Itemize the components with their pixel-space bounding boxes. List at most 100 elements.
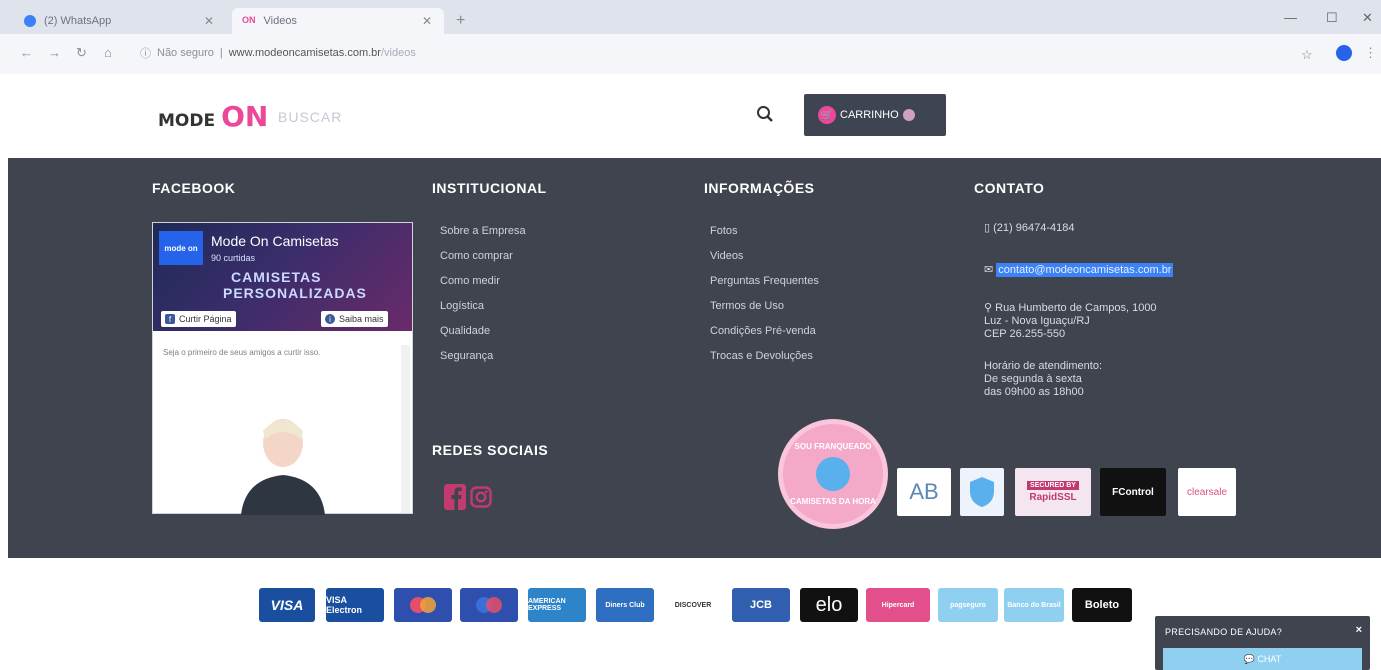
contact-address: ⚲ Rua Humberto de Campos, 1000 Luz - Nov… [984, 302, 1157, 341]
payment-jcb: JCB [732, 588, 790, 622]
footer-link[interactable]: Condições Pré-venda [710, 325, 816, 337]
tab-whatsapp[interactable]: (2) WhatsApp ✕ [14, 8, 226, 34]
contato-title: CONTATO [974, 180, 1045, 196]
payment-mastercard [394, 588, 452, 622]
logo-mode: MODE [158, 111, 216, 131]
browser-toolbar: ← → ↻ ⌂ ⓘ Não seguro | www.modeoncamiset… [0, 34, 1381, 74]
url-domain: www.modeoncamisetas.com.br [228, 47, 381, 59]
payment-maestro [460, 588, 518, 622]
tab-videos[interactable]: ON Videos ✕ [232, 8, 444, 34]
minimize-icon[interactable]: — [1284, 10, 1297, 25]
cart-button[interactable]: 🛒 CARRINHO [804, 94, 946, 136]
browser-tab-bar: (2) WhatsApp ✕ ON Videos ✕ + — ☐ ✕ [0, 0, 1381, 34]
map-pin-icon: ⚲ [984, 302, 996, 314]
home-icon[interactable]: ⌂ [104, 45, 112, 60]
info-icon[interactable]: ⓘ [140, 45, 151, 61]
footer-link[interactable]: Perguntas Frequentes [710, 275, 819, 287]
contact-hours: Horário de atendimento: De segunda à sex… [984, 360, 1102, 399]
help-title: PRECISANDO DE AJUDA? [1165, 627, 1283, 637]
footer-link[interactable]: Trocas e Devoluções [710, 350, 813, 362]
informacoes-title: INFORMAÇÕES [704, 180, 815, 196]
contact-phone: ▯ (21) 96474-4184 [984, 222, 1074, 235]
facebook-page-widget[interactable]: mode on Mode On Camisetas 90 curtidas CA… [152, 222, 413, 515]
payment-discover: DISCOVER [664, 588, 722, 622]
cover-slogan: CAMISETAS [231, 269, 322, 285]
tab-title: Videos [263, 15, 297, 27]
facebook-info-button[interactable]: i Saiba mais [321, 311, 388, 327]
mascot-icon [816, 457, 850, 491]
shield-seal[interactable] [960, 468, 1004, 516]
hours-line: De segunda à sexta [984, 373, 1082, 385]
maximize-icon[interactable]: ☐ [1326, 10, 1338, 26]
shield-icon [970, 477, 994, 507]
close-tab-icon[interactable]: ✕ [204, 14, 214, 28]
payment-hipercard: Hipercard [866, 588, 930, 622]
like-label: Curtir Página [179, 314, 232, 324]
facebook-like-button[interactable]: f Curtir Página [161, 311, 236, 327]
phone-text: (21) 96474-4184 [993, 222, 1075, 234]
info-icon: i [325, 314, 335, 324]
facebook-cover: mode on Mode On Camisetas 90 curtidas CA… [153, 223, 412, 331]
facebook-friends-text: Seja o primeiro de seus amigos a curtir … [163, 348, 321, 357]
cart-icon: 🛒 [818, 106, 836, 124]
footer-link[interactable]: Como comprar [440, 250, 513, 262]
rapidssl-seal[interactable]: SECURED BY RapidSSL [1015, 468, 1091, 516]
cover-slogan: PERSONALIZADAS [223, 285, 367, 301]
person-photo [241, 419, 325, 515]
security-status: Não seguro [157, 47, 214, 59]
footer-link[interactable]: Qualidade [440, 325, 490, 337]
close-window-icon[interactable]: ✕ [1362, 10, 1373, 26]
payment-pagseguro: pagseguro [938, 588, 998, 622]
address-line: Rua Humberto de Campos, 1000 [995, 302, 1157, 314]
ab-seal[interactable]: AB [897, 468, 951, 516]
close-icon[interactable]: × [1356, 624, 1362, 636]
search-icon[interactable] [756, 105, 774, 123]
footer-link[interactable]: Fotos [710, 225, 738, 237]
fcontrol-seal[interactable]: FControl [1100, 468, 1166, 516]
facebook-title: FACEBOOK [152, 180, 236, 196]
back-icon[interactable]: ← [20, 45, 33, 60]
cart-label: CARRINHO [840, 109, 899, 121]
payment-diners: Diners Club [596, 588, 654, 622]
phone-icon: ▯ [984, 222, 994, 234]
new-tab-button[interactable]: + [456, 12, 465, 30]
facebook-page-name[interactable]: Mode On Camisetas [211, 233, 339, 249]
footer-link[interactable]: Termos de Uso [710, 300, 784, 312]
facebook-page-thumbnail[interactable]: mode on [159, 231, 203, 265]
footer-link[interactable]: Como medir [440, 275, 500, 287]
address-line: Luz - Nova Iguaçu/RJ [984, 315, 1090, 327]
contact-email[interactable]: ✉ contato@modeoncamisetas.com.br [984, 263, 1174, 277]
menu-icon[interactable]: ⋮ [1364, 45, 1377, 61]
instagram-icon[interactable] [470, 484, 492, 510]
facebook-icon[interactable] [444, 484, 466, 510]
bookmark-star-icon[interactable]: ☆ [1301, 47, 1313, 63]
hours-line: Horário de atendimento: [984, 360, 1103, 372]
facebook-likes: 90 curtidas [211, 253, 256, 263]
franchise-badge[interactable]: SOU FRANQUEADO CAMISETAS DA HORA [778, 419, 888, 529]
email-link[interactable]: contato@modeoncamisetas.com.br [996, 263, 1174, 277]
chat-label: CHAT [1257, 654, 1282, 664]
close-tab-icon[interactable]: ✕ [422, 14, 432, 28]
address-bar[interactable]: ⓘ Não seguro | www.modeoncamisetas.com.b… [140, 42, 1280, 64]
clearsale-seal[interactable]: clearsale [1178, 468, 1236, 516]
footer-link[interactable]: Sobre a Empresa [440, 225, 526, 237]
forward-icon[interactable]: → [48, 45, 61, 60]
payment-banco-brasil: Banco do Brasil [1004, 588, 1064, 622]
scrollbar[interactable] [401, 345, 410, 513]
site-header: MODE ON BUSCAR 🛒 CARRINHO [0, 74, 1381, 158]
footer-link[interactable]: Segurança [440, 350, 493, 362]
footer-link[interactable]: Logística [440, 300, 484, 312]
maestro-icon [476, 597, 502, 613]
footer-link[interactable]: Videos [710, 250, 743, 262]
cart-count-badge [902, 109, 915, 121]
search-input[interactable]: BUSCAR [278, 102, 776, 132]
reload-icon[interactable]: ↻ [76, 45, 87, 61]
mastercard-icon [410, 597, 436, 613]
envelope-icon: ✉ [984, 264, 997, 276]
payment-boleto: Boleto [1072, 588, 1132, 622]
payment-amex: AMERICAN EXPRESS [528, 588, 586, 622]
chat-button[interactable]: 💬 CHAT [1163, 648, 1362, 670]
site-logo[interactable]: MODE ON [158, 100, 268, 133]
help-chat-widget: PRECISANDO DE AJUDA? × 💬 CHAT [1155, 616, 1370, 670]
profile-avatar[interactable] [1336, 45, 1352, 61]
